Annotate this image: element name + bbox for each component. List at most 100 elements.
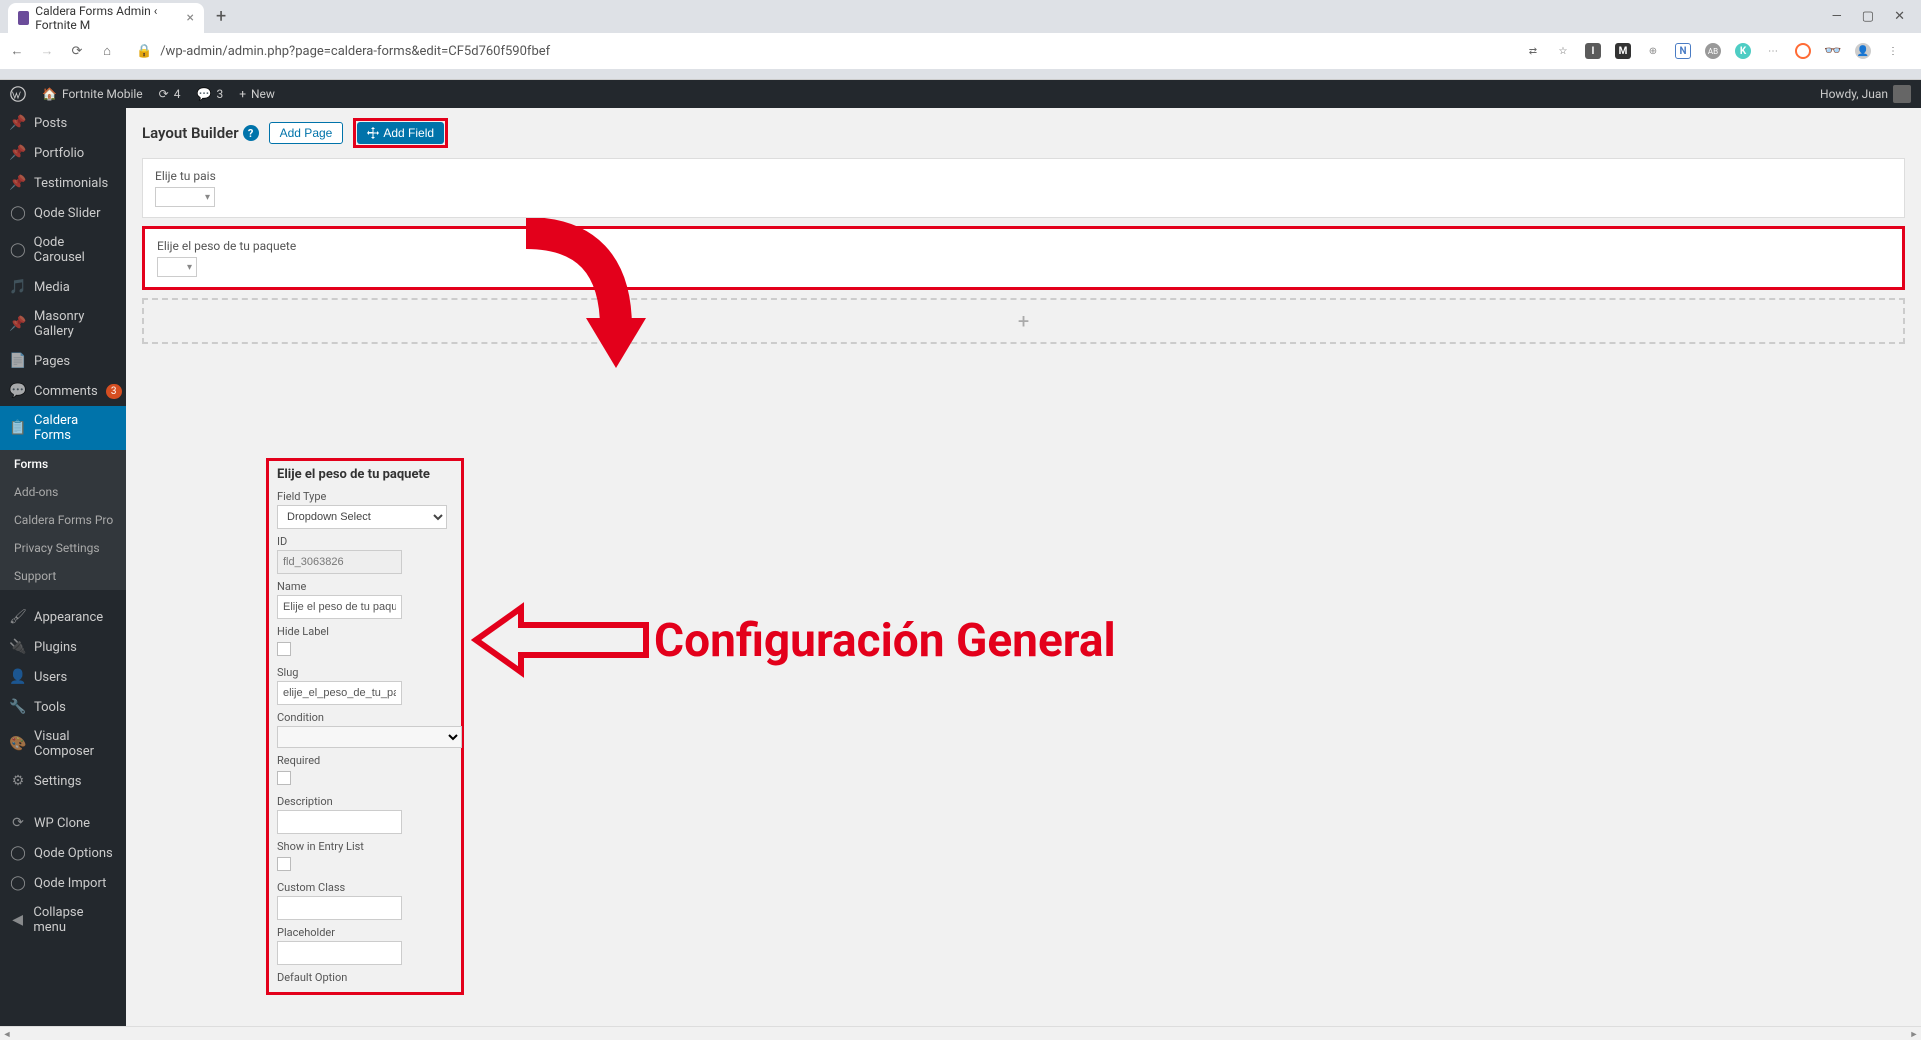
field-label: Elije tu pais (155, 169, 1892, 183)
back-icon[interactable]: ← (8, 42, 26, 60)
placeholder-input[interactable] (277, 941, 402, 965)
add-field-button[interactable]: Add Field (357, 122, 444, 144)
close-window-icon[interactable]: ✕ (1894, 9, 1905, 24)
custom-class-input[interactable] (277, 896, 402, 920)
sidebar-item-label: Appearance (34, 610, 103, 625)
sidebar-item-appearance[interactable]: 🖌 Appearance (0, 602, 126, 632)
scroll-right-icon[interactable]: ► (1907, 1027, 1921, 1041)
description-input[interactable] (277, 810, 402, 834)
sidebar-item-forms[interactable]: Forms (0, 450, 126, 478)
comments-link[interactable]: 💬 3 (196, 87, 223, 101)
sidebar-item-users[interactable]: 👤Users (0, 662, 126, 692)
name-label: Name (277, 580, 453, 593)
sidebar-item-caldera-forms[interactable]: 📋Caldera Forms (0, 406, 126, 450)
minimize-icon[interactable]: — (1832, 9, 1842, 24)
url-bar[interactable]: 🔒 /wp-admin/admin.php?page=caldera-forms… (128, 44, 1513, 59)
help-icon[interactable]: ? (243, 125, 259, 141)
sidebar-item-label: Portfolio (34, 146, 84, 161)
sidebar-item-collapse-menu[interactable]: ◀Collapse menu (0, 898, 126, 942)
browser-tab[interactable]: Caldera Forms Admin ‹ Fortnite M × (8, 3, 204, 33)
wp-content: Layout Builder ? Add Page Add Field Elij… (126, 108, 1921, 1040)
sidebar-item-portfolio[interactable]: 📌 Portfolio (0, 138, 126, 168)
profile-avatar-icon[interactable]: 👤 (1855, 43, 1871, 59)
settings-icon: ⚙ (10, 773, 26, 789)
menu-icon[interactable]: ⋮ (1885, 43, 1901, 59)
field-row-pais[interactable]: Elije tu pais ▾ (142, 158, 1905, 218)
portfolio-icon: 📌 (10, 145, 26, 161)
sidebar-item-privacy-settings[interactable]: Privacy Settings (0, 534, 126, 562)
field-type-select[interactable]: Dropdown Select (277, 505, 447, 529)
sidebar-item-caldera-forms-pro[interactable]: Caldera Forms Pro (0, 506, 126, 534)
hide-label-label: Hide Label (277, 625, 453, 638)
config-panel-title: Elije el peso de tu paquete (277, 467, 453, 482)
sidebar-item-add-ons[interactable]: Add-ons (0, 478, 126, 506)
sidebar-item-media[interactable]: 🎵Media (0, 272, 126, 302)
new-tab-button[interactable]: + (204, 6, 238, 27)
ext-globe-icon[interactable]: ⊕ (1645, 43, 1661, 59)
ext-ring-icon[interactable] (1795, 43, 1811, 59)
condition-select[interactable] (277, 726, 462, 748)
name-input[interactable] (277, 595, 402, 619)
scroll-left-icon[interactable]: ◄ (0, 1027, 14, 1041)
ext-m-icon[interactable]: M (1615, 43, 1631, 59)
field-mock-select: ▾ (155, 187, 215, 207)
sidebar-item-qode-carousel[interactable]: ◯Qode Carousel (0, 228, 126, 272)
sidebar-item-qode-slider[interactable]: ◯Qode Slider (0, 198, 126, 228)
sidebar-item-settings[interactable]: ⚙Settings (0, 766, 126, 796)
site-name-link[interactable]: 🏠 Fortnite Mobile (42, 87, 143, 101)
reload-icon[interactable]: ⟳ (68, 42, 86, 60)
field-label: Elije el peso de tu paquete (157, 239, 1890, 253)
plugins-icon: 🔌 (10, 639, 26, 655)
hide-label-checkbox[interactable] (277, 642, 291, 656)
field-row-peso[interactable]: Elije el peso de tu paquete ▾ (142, 226, 1905, 290)
required-checkbox[interactable] (277, 771, 291, 785)
sidebar-item-plugins[interactable]: 🔌Plugins (0, 632, 126, 662)
comments-icon: 💬 (10, 383, 26, 399)
add-page-button[interactable]: Add Page (269, 122, 344, 144)
new-link[interactable]: + New (239, 87, 275, 101)
sidebar-item-support[interactable]: Support (0, 562, 126, 590)
sidebar-item-pages[interactable]: 📄Pages (0, 346, 126, 376)
page-title: Layout Builder ? (142, 124, 259, 142)
add-row-dropzone[interactable]: + (142, 298, 1905, 344)
sidebar-item-wp-clone[interactable]: ⟳WP Clone (0, 808, 126, 838)
masonry-gallery-icon: 📌 (10, 316, 26, 332)
sidebar-item-posts[interactable]: 📌Posts (0, 108, 126, 138)
sidebar-item-testimonials[interactable]: 📌Testimonials (0, 168, 126, 198)
ext-ab-icon[interactable]: AB (1705, 43, 1721, 59)
sidebar-item-label: Caldera Forms Pro (14, 513, 113, 527)
sidebar-item-comments[interactable]: 💬Comments3 (0, 376, 126, 406)
sidebar-item-tools[interactable]: 🔧Tools (0, 692, 126, 722)
sidebar-item-masonry-gallery[interactable]: 📌Masonry Gallery (0, 302, 126, 346)
show-entry-checkbox[interactable] (277, 857, 291, 871)
ext-mask-icon[interactable]: 👓 (1825, 43, 1841, 59)
close-icon[interactable]: × (187, 10, 194, 26)
sidebar-item-visual-composer[interactable]: 🎨Visual Composer (0, 722, 126, 766)
ext-i-icon[interactable]: I (1585, 43, 1601, 59)
updates-link[interactable]: ⟳ 4 (159, 87, 181, 101)
sidebar-item-label: Forms (14, 457, 48, 471)
browser-toolbar: ← → ⟳ ⌂ 🔒 /wp-admin/admin.php?page=calde… (0, 33, 1921, 69)
forward-icon[interactable]: → (38, 42, 56, 60)
wp-logo-icon[interactable] (10, 86, 26, 102)
home-icon[interactable]: ⌂ (98, 42, 116, 60)
sidebar-item-qode-import[interactable]: ◯Qode Import (0, 868, 126, 898)
sidebar-item-qode-options[interactable]: ◯Qode Options (0, 838, 126, 868)
qode-carousel-icon: ◯ (10, 242, 26, 258)
translate-icon[interactable]: ⇄ (1525, 43, 1541, 59)
appearance-icon: 🖌 (10, 609, 26, 625)
field-type-label: Field Type (277, 490, 453, 503)
ext-k-icon[interactable]: K (1735, 43, 1751, 59)
sidebar-item-label: Pages (34, 354, 70, 369)
star-icon[interactable]: ☆ (1555, 43, 1571, 59)
slug-input[interactable] (277, 681, 402, 705)
window-controls: — ▢ ✕ (1816, 9, 1921, 24)
maximize-icon[interactable]: ▢ (1862, 9, 1874, 24)
sidebar-item-label: Users (34, 670, 67, 685)
posts-icon: 📌 (10, 115, 26, 131)
field-mock-select: ▾ (157, 257, 197, 277)
ext-dots-icon[interactable]: ⋯ (1765, 43, 1781, 59)
howdy-link[interactable]: Howdy, Juan (1820, 85, 1911, 103)
horizontal-scrollbar[interactable]: ◄ ► (0, 1026, 1921, 1040)
ext-n-icon[interactable]: N (1675, 43, 1691, 59)
